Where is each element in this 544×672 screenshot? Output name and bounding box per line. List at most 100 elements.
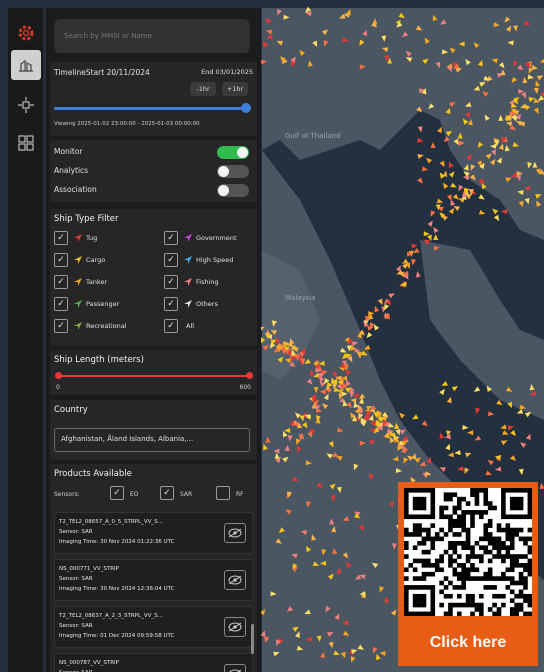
product-name: T2_TEL2_08657_A_0_5_STRPL_VV_S...: [59, 519, 163, 525]
ship-filter-item-all[interactable]: ✓ All: [164, 319, 261, 335]
product-imaging-time: Imaging Time: 30 Nov 2024 12:36:04 UTC: [59, 586, 175, 592]
ship-filter-checkbox[interactable]: ✓: [54, 231, 68, 245]
product-name: T2_TEL2_08637_A_2_3_STRPL_VV_S...: [59, 613, 163, 619]
ship-filter-checkbox[interactable]: ✓: [54, 297, 68, 311]
ship-type-filter-section: Ship Type Filter ✓ Tug ✓ Government ✓ Cargo ✓ H…: [50, 209, 257, 346]
settings-gear-icon[interactable]: [11, 18, 41, 48]
ship-arrow-icon: [74, 256, 82, 264]
plus-hour-button[interactable]: +1hr: [222, 82, 248, 96]
products-scrollbar[interactable]: [251, 624, 254, 654]
ship-filter-item-tanker[interactable]: ✓ Tanker: [54, 275, 154, 291]
mode-section: Monitor Analytics Association: [50, 140, 257, 202]
ship-length-min-thumb[interactable]: [55, 372, 62, 379]
sensors-label: Sensors:: [54, 491, 80, 498]
ship-arrow-icon: [74, 322, 82, 330]
ship-filter-item-recreational[interactable]: ✓ Recreational: [54, 319, 154, 335]
ship-view-icon[interactable]: [11, 50, 41, 80]
click-here-button[interactable]: Click here: [398, 634, 538, 652]
product-list-item[interactable]: T2_TEL2_08657_A_0_5_STRPL_VV_S... Sensor:…: [54, 512, 253, 554]
qr-code-image: [404, 488, 533, 617]
ship-length-section: Ship Length (meters) 0 600: [50, 350, 257, 395]
ship-filter-item-fishing[interactable]: ✓ Fishing: [164, 275, 261, 291]
ship-filter-label: Cargo: [86, 256, 106, 264]
ship-filter-checkbox[interactable]: ✓: [54, 319, 68, 333]
ship-filter-label: Passenger: [86, 300, 120, 308]
timeline-section: TimelineStart 20/11/2024 End 03/01/2025 …: [50, 62, 257, 136]
monitor-label: Monitor: [54, 147, 83, 156]
ship-filter-label: All: [186, 322, 195, 330]
ship-filter-checkbox[interactable]: ✓: [164, 275, 178, 289]
product-sensor: Sensor: SAR: [59, 529, 93, 535]
hide-visibility-icon[interactable]: [224, 523, 246, 543]
country-select[interactable]: Afghanistan, Åland Islands, Albania,...: [54, 428, 250, 452]
sensor-label-rf: RF: [236, 491, 244, 498]
ship-filter-item-passenger[interactable]: ✓ Passenger: [54, 297, 154, 313]
country-section: Country Afghanistan, Åland Islands, Alba…: [50, 400, 257, 460]
sensor-label-eo: EO: [130, 491, 139, 498]
association-toggle[interactable]: [217, 184, 249, 197]
ship-arrow-icon: [74, 234, 82, 242]
ship-filter-checkbox[interactable]: ✓: [54, 275, 68, 289]
ship-length-max-thumb[interactable]: [246, 372, 253, 379]
ship-filter-item-tug[interactable]: ✓ Tug: [54, 231, 154, 247]
ship-filter-label: Tanker: [86, 278, 108, 286]
sensor-checkbox-sar[interactable]: ✓: [160, 486, 174, 500]
timeline-viewing-text: Viewing 2025-01-02 23:00:00 - 2025-01-03…: [54, 121, 200, 127]
country-title: Country: [54, 405, 88, 415]
analytics-toggle[interactable]: [217, 165, 249, 178]
product-imaging-time: Imaging Time: 01 Dec 2024 09:59:58 UTC: [59, 633, 175, 639]
control-panel: TimelineStart 20/11/2024 End 03/01/2025 …: [46, 8, 261, 672]
icon-rail: [8, 8, 44, 672]
ship-filter-label: High Speed: [196, 256, 234, 264]
product-sensor: Sensor: SAR: [59, 576, 93, 582]
ship-filter-checkbox[interactable]: ✓: [54, 253, 68, 267]
product-sensor: Sensor: SAR: [59, 623, 93, 629]
hide-visibility-icon[interactable]: [224, 570, 246, 590]
product-list-item[interactable]: NS_000787_VV_STRIPSensor: SAR: [54, 653, 253, 672]
hide-visibility-icon[interactable]: [224, 664, 246, 672]
sensor-checkbox-eo[interactable]: ✓: [110, 486, 124, 500]
timeline-slider-fill: [54, 107, 247, 110]
ship-arrow-icon: [74, 278, 82, 286]
dashboard-grid-icon[interactable]: [11, 128, 41, 158]
analytics-label: Analytics: [54, 166, 89, 175]
ship-filter-item-others[interactable]: ✓ Others: [164, 297, 261, 313]
sensor-label-sar: SAR: [180, 491, 193, 498]
product-list-item[interactable]: T2_TEL2_08637_A_2_3_STRPL_VV_S... Sensor:…: [54, 606, 253, 648]
ship-filter-label: Recreational: [86, 322, 127, 330]
ship-length-range-slider[interactable]: [55, 372, 253, 379]
timeline-slider-thumb[interactable]: [241, 103, 252, 113]
ship-length-title: Ship Length (meters): [54, 355, 144, 365]
hide-visibility-icon[interactable]: [224, 617, 246, 637]
ship-filter-item-high-speed[interactable]: ✓ High Speed: [164, 253, 261, 269]
ship-filter-label: Tug: [86, 234, 98, 242]
ship-arrow-icon: [184, 256, 192, 264]
product-imaging-time: Imaging Time: 30 Nov 2024 01:22:36 UTC: [59, 539, 175, 545]
ship-filter-item-government[interactable]: ✓ Government: [164, 231, 261, 247]
sensor-checkbox-rf[interactable]: [216, 486, 230, 500]
ship-arrow-icon: [74, 300, 82, 308]
timeline-slider[interactable]: [54, 103, 252, 113]
association-label: Association: [54, 185, 97, 194]
ship-filter-checkbox[interactable]: ✓: [164, 319, 178, 333]
ship-filter-item-cargo[interactable]: ✓ Cargo: [54, 253, 154, 269]
monitor-toggle[interactable]: [217, 146, 249, 159]
products-title: Products Available: [54, 469, 132, 479]
search-input[interactable]: [54, 19, 250, 53]
minus-hour-button[interactable]: -1hr: [190, 82, 216, 96]
ship-filter-label: Fishing: [196, 278, 219, 286]
ship-filter-checkbox[interactable]: ✓: [164, 231, 178, 245]
promo-qr-overlay[interactable]: Click here: [398, 482, 538, 666]
ship-filter-checkbox[interactable]: ✓: [164, 253, 178, 267]
ship-arrow-icon: [184, 278, 192, 286]
satellite-icon[interactable]: [11, 90, 41, 120]
products-section: Products Available Sensors: ✓ EO ✓ SAR RF T2…: [50, 464, 257, 672]
ship-filter-checkbox[interactable]: ✓: [164, 297, 178, 311]
ship-arrow-icon: [184, 234, 192, 242]
ship-filter-label: Others: [196, 300, 218, 308]
ship-length-min-label: 0: [56, 384, 60, 391]
product-list-item[interactable]: NS_000771_VV_STRIP Sensor: SAR Imaging Tim…: [54, 559, 253, 601]
product-name: NS_000771_VV_STRIP: [59, 566, 119, 572]
ship-arrow-icon: [184, 300, 192, 308]
map-label-malaysia: Malaysia: [285, 294, 316, 302]
